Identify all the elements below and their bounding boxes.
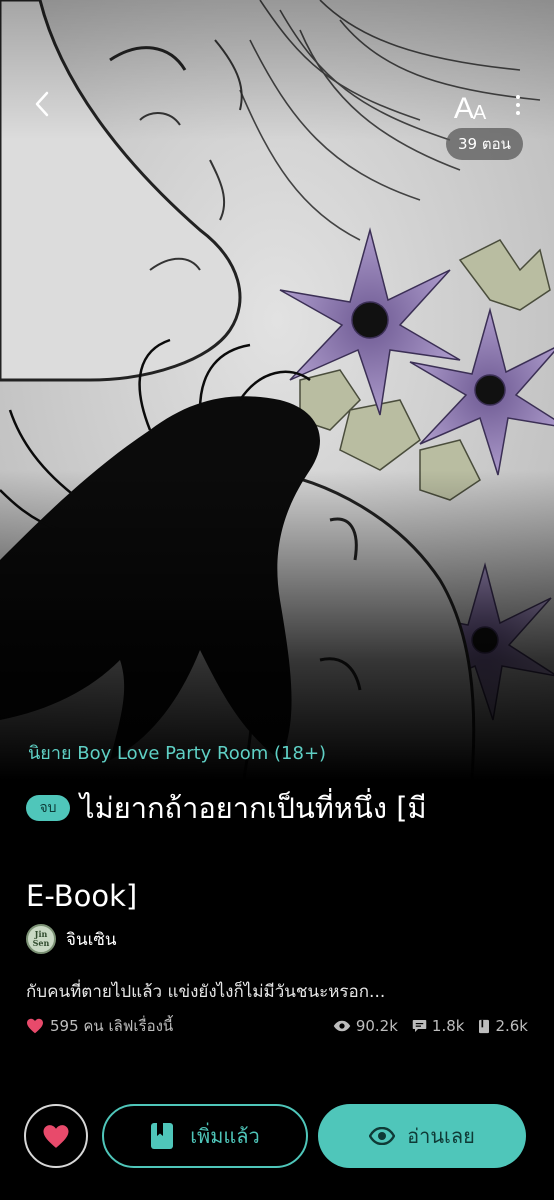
story-stats: 595 คน เลิฟเรื่องนี้ 90.2k 1.8k 2.6k (26, 1014, 528, 1038)
likes-count: 595 คน เลิฟเรื่องนี้ (26, 1014, 173, 1038)
eye-icon (369, 1127, 396, 1145)
author-name: จินเซิน (66, 929, 117, 950)
more-vertical-icon (516, 95, 520, 99)
story-title: จบ ไม่ยากถ้าอยากเป็นที่หนึ่ง [มี E-Book] (26, 786, 536, 918)
love-button[interactable] (24, 1104, 88, 1168)
font-size-button[interactable]: AA (448, 84, 492, 125)
heart-icon (43, 1124, 69, 1148)
read-now-label: อ่านเลย (407, 1124, 475, 1148)
author-avatar-text-2: Sen (32, 938, 50, 948)
story-title-line2: E-Book] (26, 879, 138, 913)
more-options-button[interactable] (504, 86, 532, 124)
story-category-link[interactable]: นิยาย Boy Love Party Room (18+) (28, 738, 326, 767)
comments-count: 1.8k (431, 1017, 465, 1035)
author-avatar: Jin Sen (26, 924, 56, 954)
heart-icon (27, 1018, 43, 1034)
read-now-button[interactable]: อ่านเลย (318, 1104, 526, 1168)
back-button[interactable] (22, 84, 62, 124)
add-to-library-label: เพิ่มแล้ว (190, 1124, 260, 1148)
likes-text: 595 คน เลิฟเรื่องนี้ (50, 1017, 174, 1035)
book-icon (479, 1019, 490, 1033)
add-to-library-button[interactable]: เพิ่มแล้ว (102, 1104, 308, 1168)
completed-status-badge: จบ (26, 795, 70, 821)
comments-stat: 1.8k (412, 1017, 465, 1035)
more-vertical-icon (516, 111, 520, 115)
chevron-left-icon (35, 91, 49, 117)
story-synopsis[interactable]: กับคนที่ตายไปแล้ว แข่งยังไงก็ไม่มีวันชนะ… (26, 978, 536, 1005)
views-count: 90.2k (355, 1017, 398, 1035)
book-icon (151, 1123, 174, 1149)
views-stat: 90.2k (333, 1017, 398, 1035)
font-size-icon-small: A (472, 102, 487, 124)
comment-icon (412, 1020, 427, 1032)
episode-count-badge: 39 ตอน (446, 128, 523, 160)
library-stat: 2.6k (478, 1017, 528, 1035)
author-link[interactable]: Jin Sen จินเซิน (26, 924, 117, 954)
font-size-icon-large: A (453, 92, 474, 125)
eye-icon (333, 1020, 351, 1032)
more-vertical-icon (516, 103, 520, 107)
story-title-line1: ไม่ยากถ้าอยากเป็นที่หนึ่ง [มี (80, 791, 427, 825)
library-count: 2.6k (495, 1017, 528, 1035)
